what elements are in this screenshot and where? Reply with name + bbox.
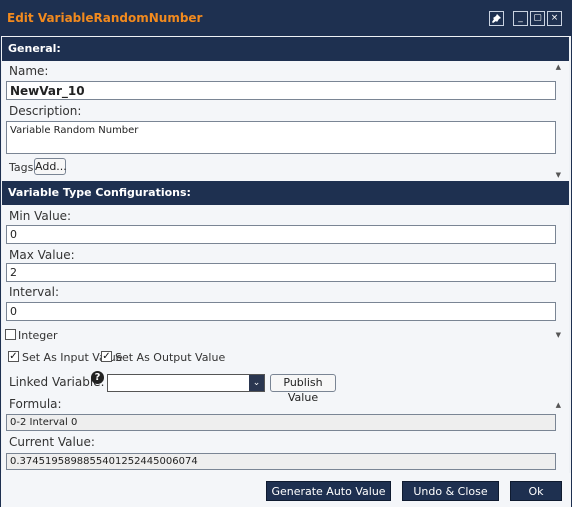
- min-value-input[interactable]: 0: [6, 225, 556, 244]
- integer-checkbox[interactable]: [5, 329, 16, 340]
- pin-icon: [492, 14, 501, 23]
- general-section-header: General:: [2, 37, 569, 61]
- output-value-label: Set As Output Value: [115, 351, 226, 364]
- title-bar[interactable]: Edit VariableRandomNumber _ ▢ ×: [1, 1, 571, 36]
- window-title: Edit VariableRandomNumber: [7, 11, 203, 25]
- interval-input[interactable]: 0: [6, 302, 556, 321]
- publish-value-button[interactable]: Publish Value: [270, 374, 336, 404]
- integer-label: Integer: [18, 329, 58, 342]
- minimize-button[interactable]: _: [513, 11, 528, 26]
- general-panel: Name: NewVar_10 Description: Variable Ra…: [2, 61, 569, 181]
- edit-variable-window: Edit VariableRandomNumber _ ▢ × General:…: [0, 0, 572, 507]
- description-input[interactable]: Variable Random Number: [6, 121, 556, 154]
- tags-label: Tags:: [9, 161, 38, 174]
- generate-auto-value-button[interactable]: Generate Auto Value: [266, 481, 391, 501]
- chevron-down-icon[interactable]: ⌄: [249, 375, 264, 391]
- formula-display: 0-2 Interval 0: [6, 414, 556, 431]
- name-input[interactable]: NewVar_10: [6, 81, 556, 100]
- interval-label: Interval:: [9, 285, 59, 299]
- current-value-display: 0.3745195898855401252445006074: [6, 453, 556, 470]
- undo-close-button[interactable]: Undo & Close: [402, 481, 499, 501]
- scroll-down-icon[interactable]: ▼: [556, 171, 561, 179]
- description-label: Description:: [9, 104, 82, 118]
- scroll-up-icon[interactable]: ▲: [556, 63, 561, 71]
- options-scroll-up-icon[interactable]: ▲: [556, 401, 561, 409]
- input-value-checkbox[interactable]: ✓: [8, 351, 19, 362]
- help-icon[interactable]: ?: [91, 371, 104, 384]
- linked-variable-select[interactable]: ⌄: [107, 374, 265, 392]
- pin-button[interactable]: [489, 11, 504, 26]
- max-value-input[interactable]: 2: [6, 263, 556, 282]
- min-value-label: Min Value:: [9, 209, 72, 223]
- close-button[interactable]: ×: [547, 11, 562, 26]
- config-panel: Min Value: 0 Max Value: 2 Interval: 0 In…: [2, 205, 569, 473]
- name-label: Name:: [9, 64, 49, 78]
- max-value-label: Max Value:: [9, 248, 75, 262]
- current-value-label: Current Value:: [9, 435, 95, 449]
- maximize-button[interactable]: ▢: [530, 11, 545, 26]
- config-scroll-down-icon[interactable]: ▼: [556, 331, 561, 339]
- formula-label: Formula:: [9, 397, 62, 411]
- config-section-header: Variable Type Configurations:: [2, 181, 569, 205]
- add-tag-button[interactable]: Add...: [34, 158, 67, 175]
- output-value-checkbox[interactable]: ✓: [101, 351, 112, 362]
- ok-button[interactable]: Ok: [510, 481, 562, 501]
